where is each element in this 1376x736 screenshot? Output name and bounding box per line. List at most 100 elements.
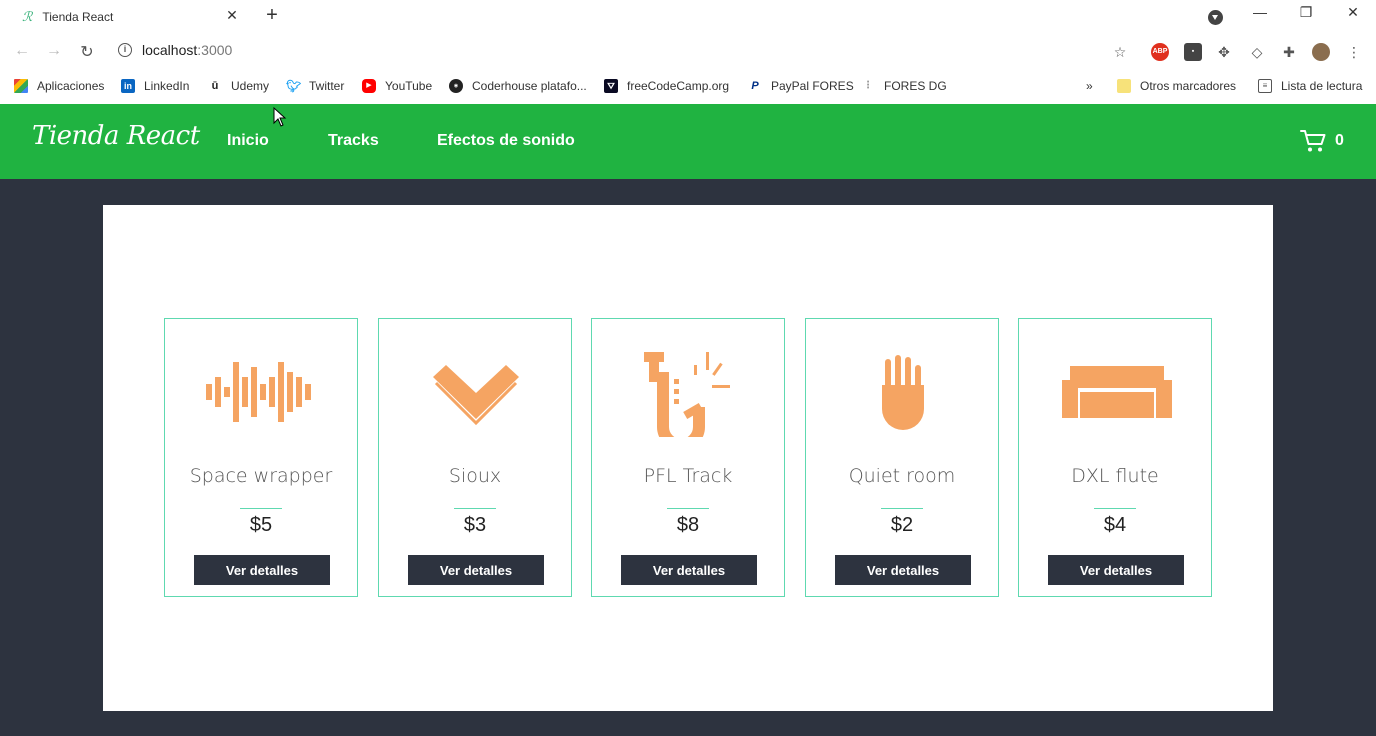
dots-icon: ⋮ [863, 80, 873, 91]
saxophone-icon [644, 352, 730, 437]
bookmark-label: PayPal FORES [771, 79, 854, 93]
coderhouse-icon: ◉ [449, 79, 463, 93]
forward-icon[interactable]: → [43, 42, 65, 60]
product-card: DXL flute $4 Ver detalles [1018, 318, 1212, 597]
nav-tracks[interactable]: Tracks [328, 132, 379, 150]
product-card: Quiet room $2 Ver detalles [805, 318, 999, 597]
product-card: PFL Track $8 Ver detalles [591, 318, 785, 597]
tab-title: Tienda React [42, 10, 114, 24]
bookmark-star-icon[interactable]: ☆ [1111, 43, 1129, 61]
product-card: Space wrapper $5 Ver detalles [164, 318, 358, 597]
product-name: Sioux [448, 465, 502, 487]
sofa-icon [1062, 366, 1172, 418]
profile-menu-icon[interactable] [1208, 10, 1223, 25]
linkedin-icon: in [121, 79, 135, 93]
bookmark-aplicaciones[interactable]: Aplicaciones [14, 79, 104, 93]
bookmark-label: YouTube [385, 79, 433, 93]
address-bar[interactable]: i localhost:3000 [118, 42, 232, 58]
url-port: :3000 [197, 42, 233, 58]
twitter-icon: 🐦︎ [286, 79, 302, 93]
browser-menu-icon[interactable]: ⋮ [1345, 43, 1363, 61]
url-host: localhost [142, 42, 198, 58]
bookmark-label: freeCodeCamp.org [627, 79, 730, 93]
divider [881, 508, 923, 509]
back-icon[interactable]: ← [11, 42, 33, 60]
freecodecamp-icon: ⛛ [604, 79, 618, 93]
udemy-icon: ū [211, 80, 219, 92]
product-price: $8 [676, 514, 700, 536]
divider [1094, 508, 1136, 509]
extensions-puzzle-icon[interactable]: ✚ [1280, 43, 1298, 61]
close-tab-icon[interactable]: ✕ [222, 7, 242, 24]
sound-wave-icon [206, 362, 311, 422]
bookmark-other[interactable]: Otros marcadores [1117, 79, 1236, 93]
move-icon[interactable]: ✥ [1215, 43, 1233, 61]
bookmarks-bar: Aplicaciones in LinkedIn ū Udemy 🐦︎ Twit… [0, 72, 1376, 104]
bookmark-coderhouse[interactable]: ◉ Coderhouse platafo... [449, 79, 587, 93]
ver-detalles-button[interactable]: Ver detalles [194, 555, 330, 585]
app-navbar: Tienda React Inicio Tracks Efectos de so… [0, 104, 1376, 179]
extension-box-icon[interactable]: ▪ [1184, 43, 1202, 61]
paypal-icon: P [751, 80, 759, 92]
ver-detalles-button[interactable]: Ver detalles [408, 555, 544, 585]
reading-list-label: Lista de lectura [1281, 79, 1363, 93]
bookmark-youtube[interactable]: ▶ YouTube [362, 79, 432, 93]
divider [454, 508, 496, 509]
product-price: $4 [1103, 514, 1127, 536]
bookmark-udemy[interactable]: ū Udemy [208, 79, 269, 93]
product-price: $2 [890, 514, 914, 536]
divider [667, 508, 709, 509]
browser-tab[interactable]: ℛ Tienda React ✕ [8, 0, 248, 34]
tag-icon[interactable]: ◇ [1248, 43, 1266, 61]
bookmarks-overflow[interactable]: » [1086, 79, 1093, 93]
bookmark-label: FORES DG [884, 79, 947, 93]
avatar[interactable] [1312, 43, 1330, 61]
product-price: $3 [463, 514, 487, 536]
reading-list[interactable]: ≡ Lista de lectura [1258, 79, 1362, 93]
products-panel: Space wrapper $5 Ver detalles Sioux $3 V… [103, 205, 1273, 711]
brand-logo[interactable]: Tienda React [32, 121, 200, 151]
bookmark-label: Udemy [231, 79, 270, 93]
new-tab-button[interactable]: + [262, 4, 282, 27]
adblock-icon[interactable]: ABP [1151, 43, 1169, 61]
product-card: Sioux $3 Ver detalles [378, 318, 572, 597]
browser-tabstrip: ℛ Tienda React ✕ + — ❐ ✕ [0, 0, 1376, 34]
hand-icon [882, 355, 924, 430]
bookmark-fores-dg[interactable]: ⋮ FORES DG [861, 79, 947, 93]
cart-count: 0 [1335, 132, 1344, 149]
nav-inicio[interactable]: Inicio [227, 132, 269, 150]
reload-icon[interactable]: ↻ [76, 42, 98, 62]
ver-detalles-button[interactable]: Ver detalles [621, 555, 757, 585]
bookmark-linkedin[interactable]: in LinkedIn [121, 79, 189, 93]
apps-grid-icon [14, 79, 28, 93]
ver-detalles-button[interactable]: Ver detalles [835, 555, 971, 585]
ver-detalles-button[interactable]: Ver detalles [1048, 555, 1184, 585]
react-favicon-icon: ℛ [22, 9, 33, 25]
bookmark-label: Aplicaciones [37, 79, 105, 93]
nav-efectos-de-sonido[interactable]: Efectos de sonido [437, 132, 575, 150]
product-price: $5 [249, 514, 273, 536]
bookmark-label: Otros marcadores [1140, 79, 1237, 93]
divider [240, 508, 282, 509]
bookmark-label: Coderhouse platafo... [472, 79, 587, 93]
mouse-cursor-icon [273, 107, 287, 127]
minimize-icon[interactable]: — [1245, 4, 1275, 20]
bookmark-label: LinkedIn [144, 79, 190, 93]
folder-icon [1117, 79, 1131, 93]
overflow-chevron-icon: » [1086, 79, 1093, 93]
bookmark-paypal[interactable]: P PayPal FORES [748, 79, 854, 93]
product-name: Space wrapper [189, 465, 333, 487]
chevron-heart-icon [433, 365, 519, 426]
cart-icon [1300, 130, 1326, 152]
bookmark-twitter[interactable]: 🐦︎ Twitter [286, 79, 344, 93]
product-name: PFL Track [643, 465, 733, 487]
cart-widget[interactable]: 0 [1300, 128, 1344, 154]
browser-toolbar: ← → ↻ i localhost:3000 ☆ ABP ▪ ✥ ◇ ✚ ⋮ [0, 34, 1376, 72]
site-info-icon[interactable]: i [118, 43, 132, 57]
youtube-icon: ▶ [362, 79, 376, 93]
reading-list-icon: ≡ [1258, 79, 1272, 93]
bookmark-freecodecamp[interactable]: ⛛ freeCodeCamp.org [604, 79, 729, 93]
product-name: Quiet room [848, 465, 956, 487]
restore-icon[interactable]: ❐ [1291, 4, 1321, 21]
close-window-icon[interactable]: ✕ [1338, 4, 1368, 21]
